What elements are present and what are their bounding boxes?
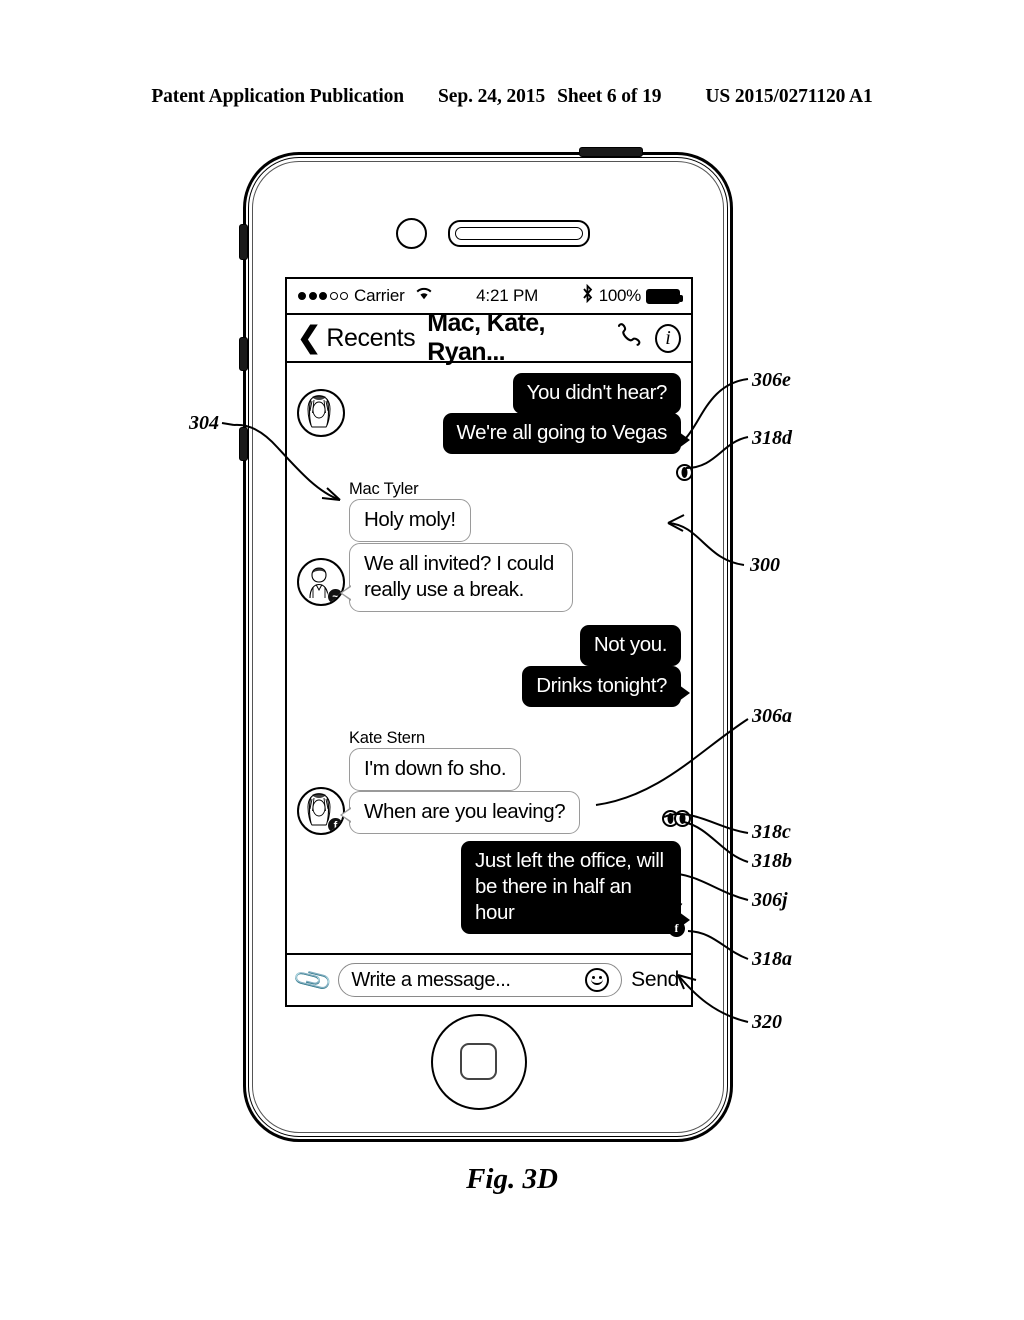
bubble-tail-icon [679,432,690,448]
patent-date: Sep. 24, 2015 [438,86,546,107]
bubble-tail-icon [340,585,351,601]
carrier-label: Carrier [354,286,405,305]
phone-screen: Carrier 4:21 PM 100% ❮ Recents Mac, Kate… [285,277,693,1007]
patent-number: US 2015/0271120 A1 [705,86,873,107]
message-bubble-out-2[interactable]: We're all going to Vegas [442,413,690,454]
avatar-kate-top[interactable] [297,389,345,437]
status-indicator-318a[interactable]: f [668,920,685,937]
smiley-icon[interactable] [585,968,610,992]
message-bubble-in-4[interactable]: We all invited? I could really use a bre… [340,543,573,612]
callout-304: 304 [189,412,219,434]
message-row-3: Holy moly! [349,499,471,542]
phone-device: Carrier 4:21 PM 100% ❮ Recents Mac, Kate… [239,147,733,1142]
chevron-left-icon[interactable]: ❮ [297,323,321,353]
callout-318a: 318a [752,948,792,970]
status-indicator-318b[interactable] [674,810,691,827]
message-text-4-line1: We all invited? I could [364,552,554,575]
nav-bar: ❮ Recents Mac, Kate, Ryan... i [287,309,691,366]
wifi-icon [414,286,434,306]
message-input-bar: 📎 Write a message... Send [287,953,691,1005]
message-row-8: When are you leaving? [340,791,581,834]
patent-sheet: Sheet 6 of 19 [557,86,662,107]
message-text-9-line1: Just left the office, will [475,849,664,872]
message-bubble-in-7[interactable]: I'm down fo sho. [349,748,522,791]
message-row-2: We're all going to Vegas [442,413,690,454]
conversation-title: Mac, Kate, Ryan... [427,309,545,366]
callout-320: 320 [752,1011,782,1033]
message-row-1: You didn't hear? [512,373,681,414]
phone-handset-icon[interactable] [615,322,643,355]
silent-switch[interactable] [239,224,248,260]
message-text-4-line2: really use a break. [364,578,524,601]
callout-318b: 318b [752,850,792,872]
checkmark-icon: ✓ [669,899,685,919]
message-bubble-in-3[interactable]: Holy moly! [349,499,471,542]
bluetooth-icon [581,283,594,308]
callout-318d: 318d [752,427,792,449]
callout-300: 300 [750,554,780,576]
earpiece-speaker [448,220,590,247]
message-list[interactable]: You didn't hear? We're all going to Vega… [287,363,691,953]
callout-306a: 306a [752,705,792,727]
sender-name-kate: Kate Stern [349,729,425,747]
battery-percent-label: 100% [598,286,642,305]
status-bar-right: 100% [581,283,683,308]
status-indicator-318d[interactable] [676,464,691,481]
message-row-5: Not you. [579,625,681,666]
home-button[interactable] [431,1014,527,1110]
message-row-6: Drinks tonight? [522,666,690,707]
power-button[interactable] [579,147,643,157]
volume-up-button[interactable] [239,337,248,371]
message-row-7: I'm down fo sho. [349,748,522,791]
status-bar-left: Carrier [298,286,434,306]
avatar-kate-bottom[interactable]: f [297,787,345,835]
callout-306e: 306e [752,369,791,391]
message-text-2: We're all going to Vegas [456,421,668,444]
figure-caption: Fig. 3D [466,1163,558,1195]
message-row-4: We all invited? I could really use a bre… [340,543,573,612]
patent-header: Patent Application Publication Sep. 24, … [0,86,1024,108]
battery-full-icon [646,288,683,304]
message-input-field[interactable]: Write a message... [338,963,623,997]
bubble-tail-icon [340,807,351,823]
paperclip-icon[interactable]: 📎 [291,958,335,1002]
callout-306j: 306j [752,889,788,911]
message-bubble-in-8[interactable]: When are you leaving? [340,791,581,834]
bubble-tail-icon [679,685,690,701]
front-camera-icon [396,218,427,249]
signal-strength-icon [298,292,348,300]
send-button[interactable]: Send [631,968,681,992]
seen-status-label: Seen at 4:21 [570,919,663,938]
callout-318c: 318c [752,821,791,843]
message-bubble-out-6[interactable]: Drinks tonight? [522,666,690,707]
message-input-placeholder: Write a message... [351,968,511,991]
back-button-label[interactable]: Recents [326,324,415,353]
message-bubble-out-1[interactable]: You didn't hear? [512,373,681,414]
avatar-mac[interactable]: ~ [297,558,345,606]
patent-publication-label: Patent Application Publication [151,86,405,107]
info-circle-icon[interactable]: i [654,323,681,353]
volume-down-button[interactable] [239,427,248,461]
message-text-6: Drinks tonight? [536,674,667,697]
message-bubble-out-5[interactable]: Not you. [579,625,681,666]
status-bar-time: 4:21 PM [476,286,539,305]
sender-name-mac: Mac Tyler [349,480,419,498]
message-text-8: When are you leaving? [364,800,566,823]
